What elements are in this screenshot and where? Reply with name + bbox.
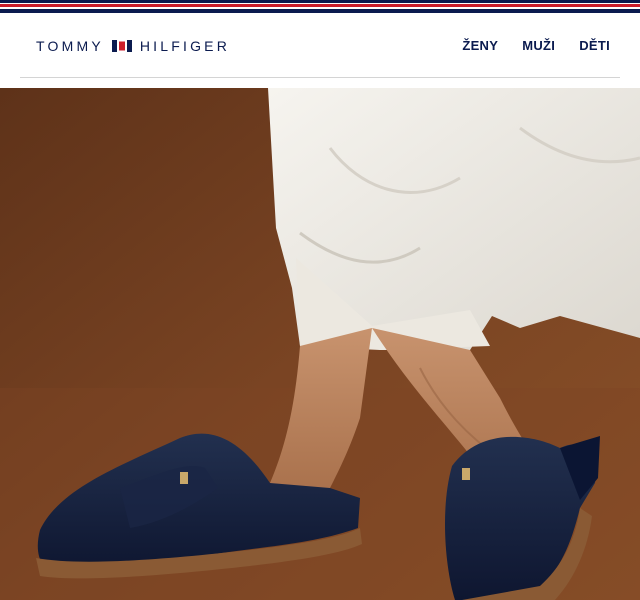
flag-icon xyxy=(111,40,132,52)
hero-image xyxy=(0,88,640,600)
stripe-navy-top xyxy=(0,0,640,3)
stripe-red xyxy=(0,4,640,7)
nav-item-zeny[interactable]: ŽENY xyxy=(462,38,498,53)
stripe-navy-bottom xyxy=(0,9,640,13)
site-header: TOMMY HILFIGER ŽENY MUŽI DĚTI xyxy=(0,14,640,88)
nav-item-muzi[interactable]: MUŽI xyxy=(522,38,555,53)
hero-banner[interactable] xyxy=(0,88,640,600)
logo-text-left: TOMMY xyxy=(36,38,104,54)
header-divider xyxy=(20,77,620,78)
tommy-hilfiger-logo[interactable]: TOMMY HILFIGER xyxy=(36,37,230,55)
brand-stripes xyxy=(0,0,640,14)
main-nav: ŽENY MUŽI DĚTI xyxy=(462,38,610,53)
nav-item-deti[interactable]: DĚTI xyxy=(579,38,610,53)
logo-text-right: HILFIGER xyxy=(139,38,231,54)
